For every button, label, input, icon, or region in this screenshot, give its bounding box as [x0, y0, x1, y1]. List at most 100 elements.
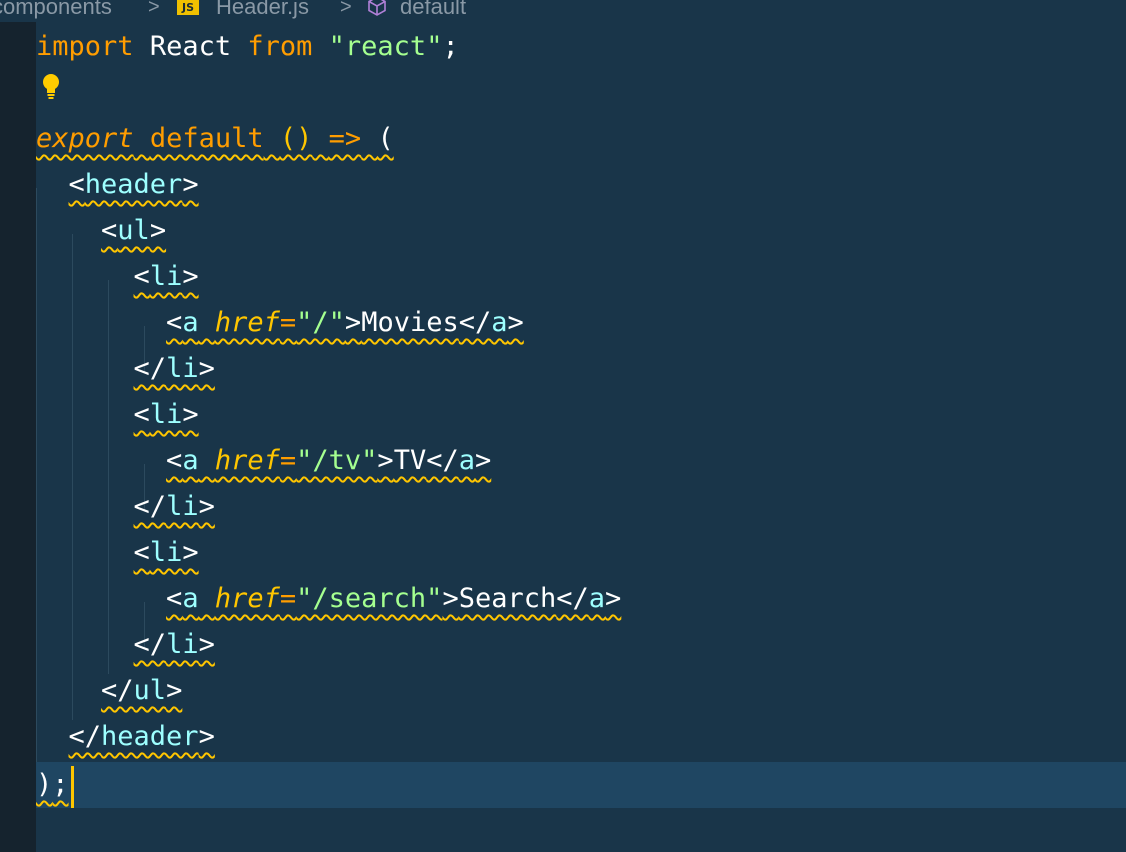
- breadcrumb: components > JS Header.js > default: [0, 0, 1126, 22]
- code-line-9: <li>: [36, 392, 1126, 438]
- tag-bracket: >: [474, 445, 492, 476]
- breadcrumb-file[interactable]: Header.js: [216, 0, 309, 21]
- tag-bracket: <: [166, 583, 183, 614]
- code-line-7: <a href="/">Movies</a>: [36, 300, 1126, 346]
- tag-name: header: [84, 169, 183, 200]
- code-line-16: </header>: [36, 714, 1126, 760]
- arrow: =>: [328, 123, 362, 154]
- attribute-name: href: [214, 583, 280, 614]
- code-line-5: <ul>: [36, 208, 1126, 254]
- tag-bracket: </: [133, 353, 167, 384]
- tag-bracket: >: [182, 537, 199, 568]
- attribute-name: href: [214, 307, 280, 338]
- code-line-11: </li>: [36, 484, 1126, 530]
- tag-bracket: >: [149, 215, 167, 246]
- link-text: Search: [458, 583, 557, 614]
- keyword-import: import: [36, 31, 134, 62]
- attribute-name: href: [214, 445, 280, 476]
- attribute-value: "/": [296, 307, 345, 338]
- tag-name: li: [149, 399, 183, 430]
- tag-name: li: [166, 629, 199, 660]
- tag-bracket: </: [133, 629, 167, 660]
- breadcrumb-folder[interactable]: components: [0, 0, 112, 21]
- close-paren: ): [36, 769, 53, 800]
- tag-bracket: <: [101, 215, 118, 246]
- breadcrumb-separator: >: [148, 0, 160, 18]
- tag-bracket: <: [166, 307, 183, 338]
- tag-name: li: [166, 353, 199, 384]
- breadcrumb-separator: >: [340, 0, 352, 18]
- tag-name: a: [182, 307, 199, 338]
- code-line-4: <header>: [36, 162, 1126, 208]
- tag-name: header: [101, 721, 199, 752]
- semicolon: ;: [442, 31, 459, 62]
- symbol-cube-icon: [368, 0, 386, 16]
- tag-name: li: [149, 261, 183, 292]
- code-line-1: import React from "react";: [36, 24, 1126, 70]
- tag-bracket: >: [198, 629, 215, 660]
- tag-name: a: [182, 583, 199, 614]
- tag-name: li: [166, 491, 199, 522]
- tag-bracket: >: [605, 583, 622, 614]
- tag-bracket: >: [344, 307, 362, 338]
- tag-bracket: <: [133, 537, 150, 568]
- tag-bracket: </: [133, 491, 167, 522]
- tag-bracket: </: [101, 675, 134, 706]
- tag-bracket: <: [133, 261, 150, 292]
- tag-bracket: <: [133, 399, 150, 430]
- attribute-value: "/search": [296, 583, 443, 614]
- keyword-export: export: [36, 123, 134, 154]
- tag-bracket: >: [182, 169, 199, 200]
- code-line-6: <li>: [36, 254, 1126, 300]
- open-paren: (: [377, 123, 394, 154]
- text-cursor: [71, 766, 74, 808]
- tag-bracket: </: [426, 445, 459, 476]
- keyword-from: from: [247, 31, 313, 62]
- tag-name: a: [458, 445, 475, 476]
- tag-name: ul: [133, 675, 167, 706]
- tag-bracket: </: [458, 307, 492, 338]
- lightbulb-icon[interactable]: [41, 73, 61, 101]
- tag-bracket: <: [68, 169, 85, 200]
- code-line-3: export default () => (: [36, 116, 1126, 162]
- tag-bracket: <: [166, 445, 183, 476]
- code-line-10: <a href="/tv">TV</a>: [36, 438, 1126, 484]
- code-editor[interactable]: import React from "react"; export defaul…: [36, 22, 1126, 852]
- keyword-default: default: [149, 123, 264, 154]
- code-line-14: </li>: [36, 622, 1126, 668]
- tag-bracket: >: [182, 399, 199, 430]
- tag-bracket: >: [166, 675, 183, 706]
- tag-bracket: >: [182, 261, 199, 292]
- tag-name: ul: [117, 215, 150, 246]
- string-react: "react": [328, 31, 443, 62]
- tag-bracket: >: [198, 721, 215, 752]
- tag-name: a: [491, 307, 508, 338]
- equals: =: [279, 583, 297, 614]
- code-line-12: <li>: [36, 530, 1126, 576]
- tag-name: a: [182, 445, 199, 476]
- identifier-react: React: [149, 31, 232, 62]
- editor-gutter: [0, 22, 36, 852]
- tag-bracket: >: [198, 491, 215, 522]
- attribute-value: "/tv": [296, 445, 378, 476]
- breadcrumb-symbol[interactable]: default: [400, 0, 466, 21]
- tag-bracket: </: [68, 721, 102, 752]
- semicolon: ;: [52, 769, 69, 800]
- parens: (): [279, 123, 313, 154]
- js-file-icon: JS: [177, 0, 199, 15]
- equals: =: [279, 445, 297, 476]
- tag-name: a: [588, 583, 606, 614]
- code-line-13: <a href="/search">Search</a>: [36, 576, 1126, 622]
- tag-name: li: [149, 537, 183, 568]
- tag-bracket: >: [198, 353, 215, 384]
- equals: =: [279, 307, 297, 338]
- code-line-8: </li>: [36, 346, 1126, 392]
- tag-bracket: >: [507, 307, 524, 338]
- code-line-15: </ul>: [36, 668, 1126, 714]
- link-text: TV: [393, 445, 427, 476]
- tag-bracket: </: [556, 583, 589, 614]
- link-text: Movies: [361, 307, 459, 338]
- tag-bracket: >: [442, 583, 459, 614]
- code-line-17: );: [36, 762, 1126, 808]
- tag-bracket: >: [377, 445, 394, 476]
